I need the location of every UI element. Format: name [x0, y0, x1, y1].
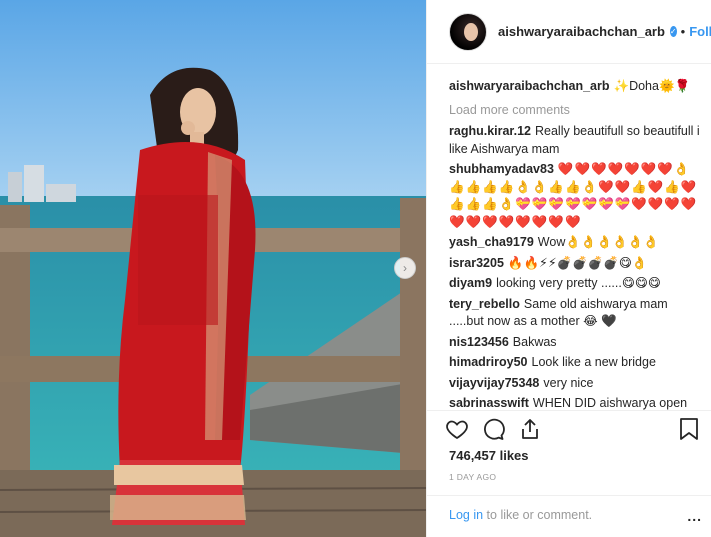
more-options-icon[interactable]: ...	[687, 508, 702, 524]
comment: shubhamyadav83 ❤️❤️❤️❤️❤️❤️❤️👌👍👍👍👍👌👌👍👍👌❤️…	[449, 161, 702, 231]
post-timestamp[interactable]: 1 DAY AGO	[449, 472, 496, 482]
comment: yash_cha9179 Wow👌👌👌👌👌👌	[449, 234, 702, 252]
action-bar	[427, 410, 711, 448]
caption-username[interactable]: aishwaryaraibachchan_arb	[449, 79, 610, 93]
post-sidebar: aishwaryaraibachchan_arb ✓ • Follow aish…	[426, 0, 711, 537]
comment: vijayvijay75348 very nice	[449, 375, 702, 393]
login-footer: Log in to like or comment. ...	[427, 495, 711, 537]
login-link[interactable]: Log in	[449, 508, 483, 522]
comment-text: 🔥🔥⚡⚡💣💣💣💣😋👌	[507, 255, 648, 270]
comment: diyam9 looking very pretty ......😋😋😋	[449, 275, 702, 293]
caption-text: ✨Doha🌞🌹	[613, 79, 691, 93]
bookmark-icon[interactable]	[678, 417, 700, 441]
comment: himadriroy50 Look like a new bridge	[449, 354, 702, 372]
header-separator: •	[680, 24, 686, 39]
instagram-post: › aishwaryaraibachchan_arb ✓ • Follow ai…	[0, 0, 711, 537]
comments-list[interactable]: aishwaryaraibachchan_arb ✨Doha🌞🌹 Load mor…	[427, 64, 711, 410]
comment-username[interactable]: israr3205	[449, 256, 504, 270]
photo-scene	[0, 0, 426, 537]
comment-username[interactable]: nis123456	[449, 335, 509, 349]
chevron-right-icon[interactable]: ›	[394, 257, 416, 279]
load-more-comments-button[interactable]: Load more comments	[449, 102, 702, 120]
post-header: aishwaryaraibachchan_arb ✓ • Follow	[427, 0, 711, 64]
comment-username[interactable]: yash_cha9179	[449, 235, 534, 249]
follow-button[interactable]: Follow	[689, 24, 711, 39]
post-photo[interactable]: ›	[0, 0, 426, 537]
comment-text: Bakwas	[512, 334, 557, 349]
login-prompt-text: to like or comment.	[486, 508, 593, 522]
comment: sabrinasswift WHEN DID aishwarya open	[449, 395, 702, 410]
comment-username[interactable]: raghu.kirar.12	[449, 124, 531, 138]
caption: aishwaryaraibachchan_arb ✨Doha🌞🌹	[449, 78, 702, 96]
heart-icon[interactable]	[445, 417, 469, 441]
comment-icon[interactable]	[481, 417, 506, 441]
comment-text: very nice	[543, 375, 594, 390]
comment: tery_rebello Same old aishwarya mam .....…	[449, 296, 702, 331]
comment-text: WHEN DID aishwarya open	[532, 396, 688, 410]
comment-username[interactable]: himadriroy50	[449, 355, 528, 369]
verified-badge-icon: ✓	[669, 26, 677, 37]
comment-username[interactable]: tery_rebello	[449, 297, 520, 311]
comment: nis123456 Bakwas	[449, 334, 702, 352]
comment-username[interactable]: sabrinasswift	[449, 396, 529, 410]
avatar[interactable]	[449, 12, 487, 51]
header-username[interactable]: aishwaryaraibachchan_arb	[498, 24, 665, 39]
comment: raghu.kirar.12 Really beautifull so beaut…	[449, 123, 702, 158]
share-icon[interactable]	[518, 417, 542, 441]
comment-username[interactable]: vijayvijay75348	[449, 376, 539, 390]
comment-username[interactable]: shubhamyadav83	[449, 162, 554, 176]
comment: israr3205 🔥🔥⚡⚡💣💣💣💣😋👌	[449, 255, 702, 273]
comment-text: Look like a new bridge	[531, 355, 656, 369]
comment-text: looking very pretty ......😋😋😋	[496, 276, 661, 290]
comment-text: Wow👌👌👌👌👌👌	[537, 235, 659, 249]
comment-username[interactable]: diyam9	[449, 276, 492, 290]
likes-count[interactable]: 746,457 likes	[449, 448, 529, 463]
